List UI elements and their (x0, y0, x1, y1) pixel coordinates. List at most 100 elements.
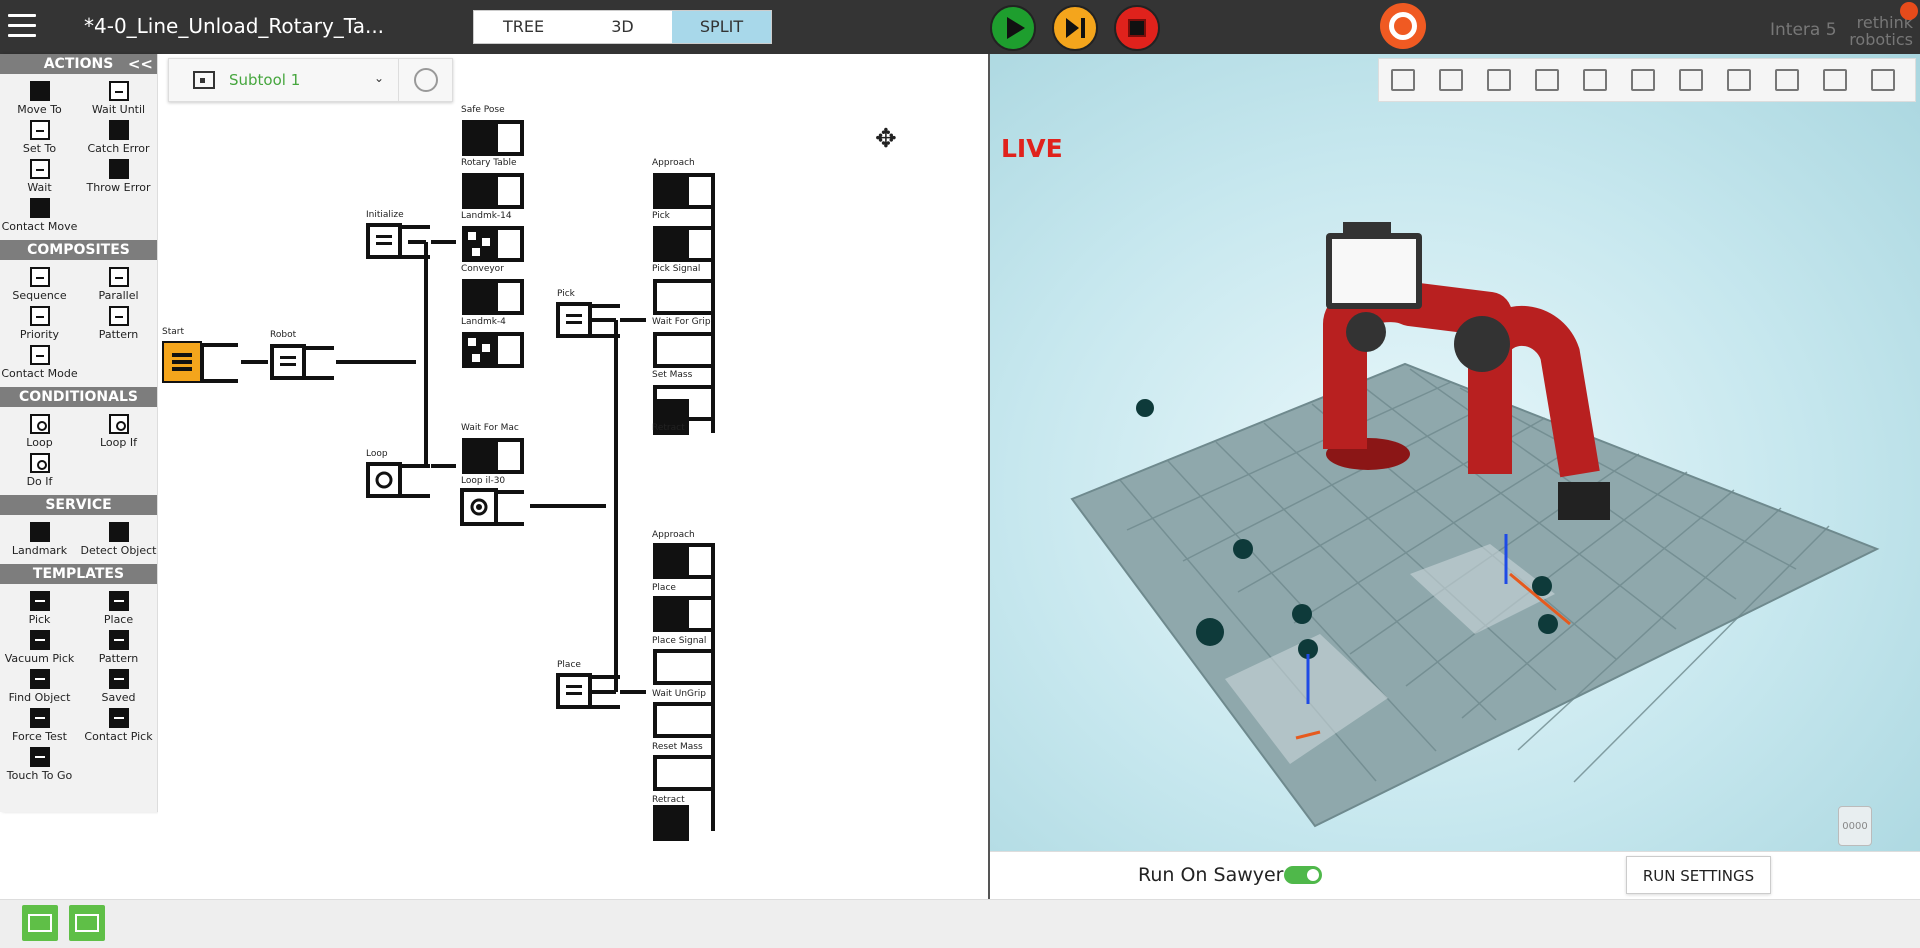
palette-contact-mode[interactable]: Contact Mode (0, 342, 79, 381)
tree-node-initialize[interactable] (366, 223, 432, 265)
palette-label: Landmark (11, 544, 68, 557)
tree-node-pick[interactable] (556, 302, 622, 344)
do-if-icon (29, 453, 50, 473)
palette-detect-object[interactable]: Detect Object (79, 519, 158, 558)
stop-button[interactable] (1114, 5, 1160, 51)
run-settings-button[interactable]: RUN SETTINGS (1626, 856, 1771, 894)
variable-icon (1775, 69, 1799, 91)
service-header: SERVICE (0, 495, 157, 515)
list-tool[interactable] (1715, 58, 1763, 102)
palette-loop-if[interactable]: Loop If (79, 411, 158, 450)
tree-label-rotary-table: Rotary Table (461, 158, 517, 168)
palette-throw-error[interactable]: Throw Error (79, 156, 158, 195)
3d-viewport[interactable] (990, 54, 1920, 851)
play-button[interactable] (990, 5, 1036, 51)
palette-set-to[interactable]: Set To (0, 117, 79, 156)
signal-tool[interactable] (1667, 58, 1715, 102)
palette-loop[interactable]: Loop (0, 411, 79, 450)
wait-until-icon (108, 81, 129, 101)
tree-node-loop-il-30[interactable] (460, 488, 526, 532)
list-icon (1727, 69, 1751, 91)
view-toolbar (1378, 58, 1916, 102)
palette-sequence[interactable]: Sequence (0, 264, 79, 303)
tree-node-wait-for-mac[interactable] (460, 436, 526, 480)
palette-landmark[interactable]: Landmark (0, 519, 79, 558)
wait-node-icon (462, 438, 524, 474)
actions-list: Move To Wait Until Set To Catch Error Wa… (0, 74, 157, 240)
throw-error-icon (108, 159, 129, 179)
robot-scene (1070, 222, 1880, 828)
robot-view-button[interactable] (69, 905, 105, 941)
palette-contact-pick[interactable]: Contact Pick (79, 705, 158, 744)
landmark-tool[interactable] (1475, 58, 1523, 102)
palette-wait-until[interactable]: Wait Until (79, 78, 158, 117)
palette-find-object[interactable]: Find Object (0, 666, 79, 705)
menu-icon[interactable] (8, 14, 36, 38)
variable-tool[interactable] (1763, 58, 1811, 102)
joint-tool[interactable] (1427, 58, 1475, 102)
tree-label-landmk-14: Landmk-14 (461, 211, 512, 221)
palette-template-place[interactable]: Place (79, 588, 158, 627)
run-on-label: Run On Sawyer (1138, 864, 1284, 886)
run-on-toggle[interactable] (1284, 866, 1322, 884)
tab-3d[interactable]: 3D (573, 11, 672, 43)
play-icon (1006, 17, 1025, 39)
step-button[interactable] (1052, 5, 1098, 51)
frame-select-tool[interactable] (1379, 58, 1427, 102)
tree-node-place[interactable] (556, 673, 622, 715)
contact-pick-icon (108, 708, 129, 728)
workspace-view-button[interactable] (22, 905, 58, 941)
tree-node-landmk-14[interactable] (460, 224, 526, 268)
catch-error-icon (108, 120, 129, 140)
tree-node-start[interactable] (162, 341, 240, 389)
tree-node-landmk-4[interactable] (460, 330, 526, 374)
composites-list: Sequence Parallel Priority Pattern Conta… (0, 260, 157, 387)
palette-template-pick[interactable]: Pick (0, 588, 79, 627)
palette-label: Pattern (98, 328, 139, 341)
checker-tool[interactable] (1523, 58, 1571, 102)
zoom-scroll-widget[interactable]: 0000 (1838, 806, 1872, 846)
collapse-palette-button[interactable]: << (128, 54, 153, 74)
robot-node-icon (270, 344, 334, 380)
tab-split[interactable]: SPLIT (672, 11, 771, 43)
palette-parallel[interactable]: Parallel (79, 264, 158, 303)
palette-label: Find Object (8, 691, 71, 704)
conveyor-node-icon (462, 279, 524, 315)
table-tool[interactable] (1619, 58, 1667, 102)
layout-icon (1823, 69, 1847, 91)
tree-node-robot[interactable] (270, 344, 336, 386)
loop-icon (29, 414, 50, 434)
help-lifebuoy-button[interactable] (1380, 3, 1426, 49)
tree-node-safe-pose[interactable] (460, 118, 526, 162)
palette-template-pattern[interactable]: Pattern (79, 627, 158, 666)
tree-node-conveyor[interactable] (460, 277, 526, 321)
palette-pattern[interactable]: Pattern (79, 303, 158, 342)
tree-node-loop[interactable] (366, 462, 432, 504)
tree-node-rotary-table[interactable] (460, 171, 526, 215)
flag-tool[interactable] (1571, 58, 1619, 102)
tree-label-place: Place (557, 660, 581, 670)
palette-priority[interactable]: Priority (0, 303, 79, 342)
tree-label-retract: Retract (652, 795, 685, 805)
palette-label: Saved (101, 691, 136, 704)
info-tool[interactable] (1859, 58, 1907, 102)
palette-touch-to-go[interactable]: Touch To Go (0, 744, 79, 783)
layout-tool[interactable] (1811, 58, 1859, 102)
tab-tree[interactable]: TREE (474, 11, 573, 43)
palette-contact-move[interactable]: Contact Move (0, 195, 79, 234)
tree-label-place-action: Place (652, 583, 676, 593)
brand-logo: rethink robotics (1843, 14, 1913, 48)
tree-label-safe-pose: Safe Pose (461, 105, 505, 115)
tree-label-pick: Pick (557, 289, 575, 299)
palette-saved[interactable]: Saved (79, 666, 158, 705)
palette-wait[interactable]: Wait (0, 156, 79, 195)
palette-do-if[interactable]: Do If (0, 450, 79, 489)
robot-icon (75, 914, 99, 932)
palette-catch-error[interactable]: Catch Error (79, 117, 158, 156)
tree-label-wait-for-mac: Wait For Mac (461, 423, 519, 433)
tree-label-approach: Approach (652, 158, 695, 168)
saved-icon (108, 669, 129, 689)
palette-force-test[interactable]: Force Test (0, 705, 79, 744)
palette-move-to[interactable]: Move To (0, 78, 79, 117)
palette-vacuum-pick[interactable]: Vacuum Pick (0, 627, 79, 666)
